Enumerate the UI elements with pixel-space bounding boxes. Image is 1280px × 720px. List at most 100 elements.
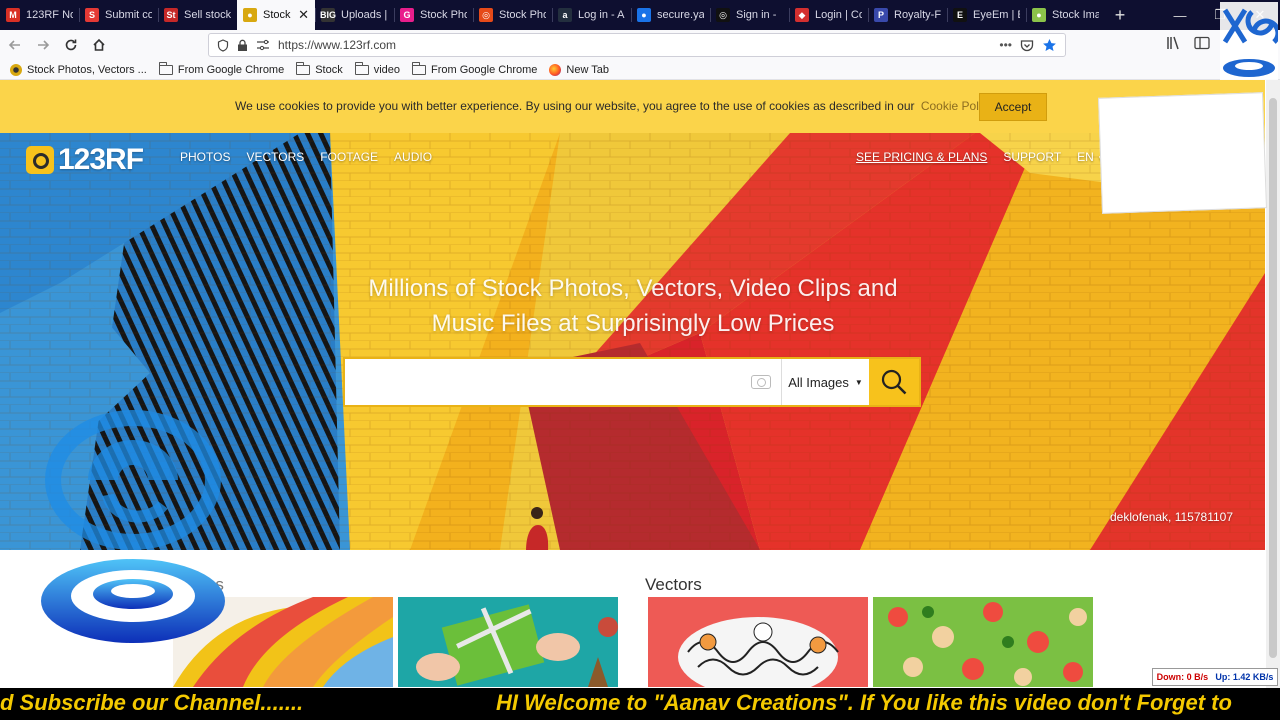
bookmarks-bar: Stock Photos, Vectors ... From Google Chr… <box>0 60 1280 80</box>
tab-close-icon[interactable]: ✕ <box>298 7 309 23</box>
nav-footage[interactable]: FOOTAGE <box>320 150 378 164</box>
search-button[interactable] <box>869 359 919 405</box>
firefox-icon <box>549 63 562 76</box>
browser-tab[interactable]: ◎ Stock Pho <box>473 0 552 30</box>
tab-favicon-icon: ◎ <box>716 8 730 22</box>
navigation-toolbar: https://www.123rf.com ••• <box>0 30 1280 60</box>
cookie-text: We use cookies to provide you with bette… <box>235 99 915 113</box>
tab-title: 123RF No <box>26 9 73 21</box>
bookmark-label: Stock <box>315 63 343 76</box>
tab-title: secure.yay <box>657 9 704 21</box>
bookmark-label: video <box>373 63 401 76</box>
tab-favicon-icon: P <box>874 8 888 22</box>
tab-favicon-icon: ◆ <box>795 8 809 22</box>
accept-cookies-button[interactable]: Accept <box>979 93 1047 121</box>
tab-list: M 123RF No S Submit co St Sell stock ● Stock ✕ BI… <box>0 0 1105 30</box>
browser-tab[interactable]: E EyeEm | E <box>947 0 1026 30</box>
browser-tab[interactable]: M 123RF No <box>0 0 79 30</box>
library-icon[interactable] <box>1166 36 1182 50</box>
salad-pattern-image <box>873 597 1093 687</box>
folder-icon <box>296 61 311 75</box>
tab-favicon-icon: ◎ <box>479 8 493 22</box>
tab-title: Log in - A <box>578 9 625 21</box>
arrow-left-icon <box>8 40 20 50</box>
browser-tab[interactable]: P Royalty-F <box>868 0 947 30</box>
browser-tab[interactable]: ◆ Login | Co <box>789 0 868 30</box>
channel-watermark-icon <box>45 410 221 550</box>
browser-tab[interactable]: a Log in - A <box>552 0 631 30</box>
caret-down-icon: ▼ <box>854 377 863 387</box>
permissions-icon <box>257 39 269 51</box>
bookmark-item[interactable]: video <box>354 61 401 76</box>
reload-button[interactable] <box>58 32 84 58</box>
site-logo[interactable]: 123RF <box>26 143 144 177</box>
account-nav: SEE PRICING & PLANS SUPPORT EN ▼ <box>856 150 1105 164</box>
bookmark-item[interactable]: From Google Chrome <box>158 61 285 76</box>
address-bar[interactable]: https://www.123rf.com ••• <box>208 33 1066 57</box>
site-favicon-icon <box>10 63 22 76</box>
photo-thumbnail[interactable] <box>398 597 618 687</box>
nav-photos[interactable]: PHOTOS <box>180 150 230 164</box>
page-actions-icon[interactable]: ••• <box>999 38 1012 52</box>
browser-tab[interactable]: BIG Uploads | <box>315 0 394 30</box>
lock-icon <box>238 39 247 51</box>
tab-title: Sell stock <box>184 9 231 21</box>
tab-favicon-icon: BIG <box>320 8 337 22</box>
vector-thumbnail[interactable] <box>648 597 868 687</box>
sidebar-icon[interactable] <box>1194 36 1210 50</box>
forward-button[interactable] <box>30 32 56 58</box>
bookmark-star-icon[interactable] <box>1042 38 1057 53</box>
food-doodle-image <box>648 597 868 687</box>
page-scrollbar[interactable] <box>1266 80 1280 688</box>
bookmark-item[interactable]: Stock <box>296 61 343 76</box>
camera-icon <box>751 375 771 389</box>
browser-tab-strip: M 123RF No S Submit co St Sell stock ● Stock ✕ BI… <box>0 0 1280 30</box>
tab-favicon-icon: ● <box>1032 8 1046 22</box>
search-input[interactable] <box>345 359 741 405</box>
tab-favicon-icon: ● <box>637 8 651 22</box>
support-link[interactable]: SUPPORT <box>1003 150 1061 164</box>
browser-tab[interactable]: S Submit co <box>79 0 158 30</box>
logo-text: 123RF <box>58 143 144 176</box>
bookmark-label: From Google Chrome <box>177 63 285 76</box>
bookmark-label: Stock Photos, Vectors ... <box>27 63 147 76</box>
tab-title: Sign in - <box>736 9 777 21</box>
folder-icon <box>412 61 427 75</box>
browser-tab-active[interactable]: ● Stock ✕ <box>237 0 315 30</box>
logo-camera-icon <box>26 146 54 174</box>
image-search-button[interactable] <box>741 359 781 405</box>
category-select[interactable]: All Images ▼ <box>781 359 869 405</box>
browser-tab[interactable]: ● Stock Ima <box>1026 0 1105 30</box>
nav-audio[interactable]: AUDIO <box>394 150 432 164</box>
pocket-icon[interactable] <box>1020 39 1034 52</box>
folder-icon <box>158 61 173 75</box>
tab-title: Royalty-F <box>894 9 941 21</box>
cookie-message: We use cookies to provide you with bette… <box>235 99 994 113</box>
tab-favicon-icon: E <box>953 8 967 22</box>
browser-tab[interactable]: ◎ Sign in - <box>710 0 789 30</box>
tab-favicon-icon: a <box>558 8 572 22</box>
tab-favicon-icon: St <box>164 8 178 22</box>
url-text[interactable]: https://www.123rf.com <box>278 38 991 52</box>
browser-tab[interactable]: ● secure.yay <box>631 0 710 30</box>
image-credit: deklofenak, 115781107 <box>1110 510 1233 524</box>
search-bar: All Images ▼ <box>343 357 921 407</box>
bookmark-item[interactable]: Stock Photos, Vectors ... <box>10 63 147 76</box>
hero-headline: Millions of Stock Photos, Vectors, Video… <box>368 275 898 337</box>
new-tab-button[interactable]: + <box>1105 0 1135 30</box>
pricing-link[interactable]: SEE PRICING & PLANS <box>856 150 987 164</box>
back-button[interactable] <box>2 32 28 58</box>
home-button[interactable] <box>86 32 112 58</box>
tab-title: Stock <box>263 9 291 21</box>
bookmark-item[interactable]: From Google Chrome <box>412 61 537 76</box>
browser-tab[interactable]: G Stock Pho <box>394 0 473 30</box>
bookmark-label: New Tab <box>566 63 610 76</box>
minimize-button[interactable]: — <box>1160 0 1200 30</box>
browser-tab[interactable]: St Sell stock <box>158 0 237 30</box>
channel-logo-icon <box>41 559 225 643</box>
nav-vectors[interactable]: VECTORS <box>246 150 304 164</box>
vector-thumbnail[interactable] <box>873 597 1093 687</box>
category-label: All Images <box>788 374 849 390</box>
bookmark-item[interactable]: New Tab <box>549 63 610 76</box>
ticker-text-right: HI Welcome to "Aanav Creations". If You … <box>496 690 1232 715</box>
